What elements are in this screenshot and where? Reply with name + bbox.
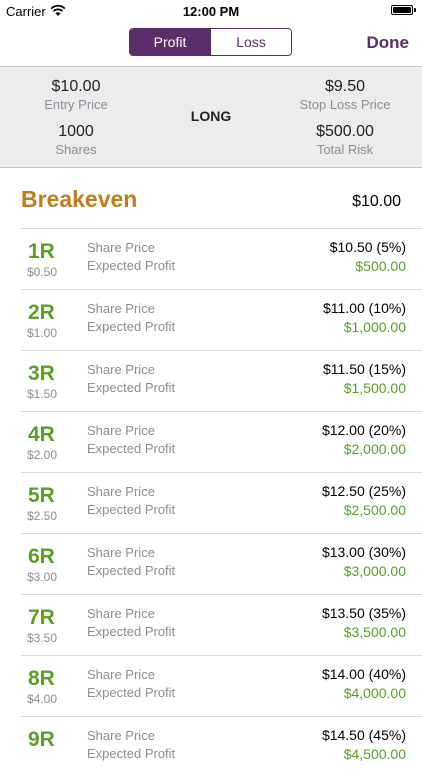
segment-profit[interactable]: Profit — [130, 29, 210, 55]
share-price-value: $13.50 (35%) — [321, 605, 406, 621]
expected-profit-value: $500.00 — [355, 258, 406, 274]
table-row: 6R $3.00 Share Price Expected Profit $13… — [0, 534, 422, 595]
share-price-label: Share Price — [87, 606, 155, 621]
share-price-label: Share Price — [87, 362, 155, 377]
trade-summary: $10.00 Entry Price 1000 Shares LONG $9.5… — [0, 66, 422, 168]
share-price-value: $14.00 (40%) — [321, 666, 406, 682]
done-button[interactable]: Done — [367, 33, 410, 53]
share-price-label: Share Price — [87, 301, 155, 316]
share-price-label: Share Price — [87, 423, 155, 438]
expected-profit-label: Expected Profit — [87, 746, 176, 761]
total-risk-label: Total Risk — [316, 142, 374, 157]
total-risk: $500.00 Total Risk — [292, 122, 398, 158]
battery-tip — [414, 8, 416, 12]
expected-profit-value: $1,500.00 — [343, 380, 406, 396]
expected-profit-value: $1,000.00 — [343, 319, 406, 335]
table-row: 5R $2.50 Share Price Expected Profit $12… — [0, 473, 422, 534]
segment-loss[interactable]: Loss — [210, 29, 291, 55]
table-row: 7R $3.50 Share Price Expected Profit $13… — [0, 595, 422, 656]
r-amount: $4.00 — [27, 692, 58, 706]
shares-value: 1000 — [58, 123, 94, 140]
r-amount: $1.00 — [27, 326, 58, 340]
share-price-value: $14.50 (45%) — [321, 727, 406, 743]
r-amount: $2.00 — [27, 448, 58, 462]
expected-profit-label: Expected Profit — [87, 319, 176, 334]
share-price-value: $12.00 (20%) — [321, 422, 406, 438]
expected-profit-value: $4,500.00 — [343, 746, 406, 762]
expected-profit-value: $3,500.00 — [343, 624, 406, 640]
share-price-label: Share Price — [87, 240, 155, 255]
table-row: 3R $1.50 Share Price Expected Profit $11… — [0, 351, 422, 412]
expected-profit-label: Expected Profit — [87, 441, 176, 456]
entry-price-value: $10.00 — [51, 78, 101, 95]
breakeven-value: $10.00 — [352, 193, 401, 210]
status-bar: Carrier 12:00 PM — [0, 0, 422, 22]
r-multiple: 2R — [28, 301, 55, 324]
table-row: 9R Share Price Expected Profit $14.50 (4… — [0, 717, 422, 778]
share-price-value: $11.50 (15%) — [322, 361, 406, 377]
expected-profit-label: Expected Profit — [87, 563, 176, 578]
stop-loss-price: $9.50 Stop Loss Price — [292, 77, 398, 113]
entry-price-label: Entry Price — [44, 97, 108, 112]
trade-direction: LONG — [190, 108, 232, 124]
expected-profit-label: Expected Profit — [87, 258, 176, 273]
expected-profit-value: $3,000.00 — [343, 563, 406, 579]
r-multiple: 9R — [28, 728, 55, 751]
clock: 12:00 PM — [182, 4, 240, 19]
shares-label: Shares — [55, 142, 97, 157]
r-amount: $3.00 — [27, 570, 58, 584]
r-multiple: 1R — [28, 240, 55, 263]
stop-loss-label: Stop Loss Price — [299, 97, 391, 112]
entry-price: $10.00 Entry Price — [30, 77, 122, 113]
share-price-value: $13.00 (30%) — [321, 544, 406, 560]
expected-profit-value: $2,500.00 — [343, 502, 406, 518]
share-price-value: $10.50 (5%) — [329, 239, 406, 255]
table-row: 8R $4.00 Share Price Expected Profit $14… — [0, 656, 422, 717]
share-price-value: $12.50 (25%) — [321, 483, 406, 499]
expected-profit-label: Expected Profit — [87, 685, 176, 700]
expected-profit-label: Expected Profit — [87, 502, 176, 517]
expected-profit-label: Expected Profit — [87, 380, 176, 395]
shares: 1000 Shares — [30, 122, 122, 158]
r-multiple: 3R — [28, 362, 55, 385]
expected-profit-label: Expected Profit — [87, 624, 176, 639]
share-price-label: Share Price — [87, 667, 155, 682]
r-amount: $1.50 — [27, 387, 58, 401]
r-amount: $3.50 — [27, 631, 58, 645]
stop-loss-value: $9.50 — [324, 78, 366, 95]
total-risk-value: $500.00 — [316, 123, 374, 140]
share-price-value: $11.00 (10%) — [322, 300, 406, 316]
battery-level — [393, 7, 411, 13]
profit-loss-segmented-control[interactable]: Profit Loss — [129, 28, 292, 56]
r-multiple: 7R — [28, 606, 55, 629]
table-row: 1R $0.50 Share Price Expected Profit $10… — [0, 229, 422, 290]
battery-icon — [391, 5, 413, 15]
r-multiple: 6R — [28, 545, 55, 568]
r-amount: $0.50 — [27, 265, 58, 279]
table-row: 2R $1.00 Share Price Expected Profit $11… — [0, 290, 422, 351]
share-price-label: Share Price — [87, 484, 155, 499]
expected-profit-value: $2,000.00 — [343, 441, 406, 457]
r-multiple: 5R — [28, 484, 55, 507]
table-row: 4R $2.00 Share Price Expected Profit $12… — [0, 412, 422, 473]
breakeven-title: Breakeven — [21, 186, 138, 212]
r-multiple: 8R — [28, 667, 55, 690]
r-amount: $2.50 — [27, 509, 58, 523]
share-price-label: Share Price — [87, 728, 155, 743]
r-multiple: 4R — [28, 423, 55, 446]
expected-profit-value: $4,000.00 — [343, 685, 406, 701]
share-price-label: Share Price — [87, 545, 155, 560]
